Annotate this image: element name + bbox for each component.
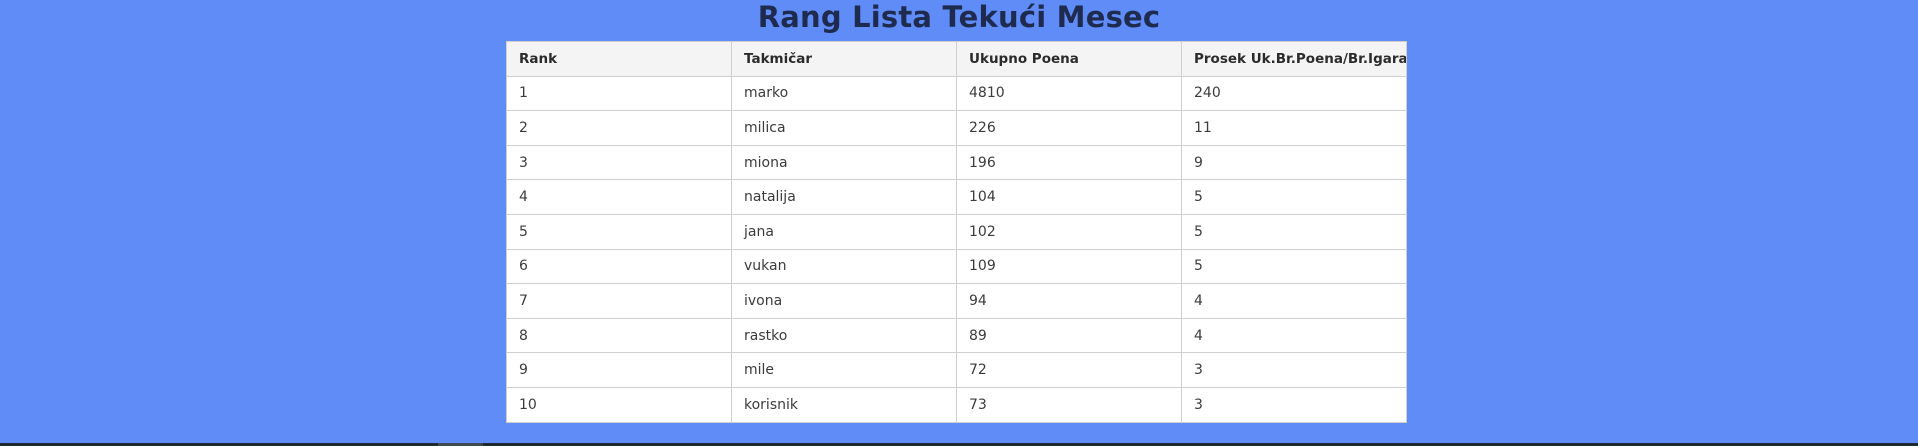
average-cell: 3 [1181,386,1407,423]
rank-cell: 3 [506,144,732,181]
competitor-cell: korisnik [731,386,957,423]
rank-cell: 2 [506,110,732,146]
average-cell: 3 [1181,352,1407,388]
average-cell: 5 [1181,179,1407,215]
table-row: 9 mile 72 3 [506,352,1407,388]
total-points-cell: 4810 [956,75,1182,112]
table-header-row: Rank Takmičar Ukupno Poena Prosek Uk.Br.… [506,41,1407,77]
total-points-cell: 109 [956,248,1182,285]
average-cell: 5 [1181,248,1407,285]
column-header-competitor: Takmičar [731,41,957,77]
column-header-average: Prosek Uk.Br.Poena/Br.Igara [1181,41,1407,77]
table-row: 7 ivona 94 4 [506,283,1407,319]
page-title: Rang Lista Tekući Mesec [757,0,1161,34]
competitor-cell: jana [731,213,957,250]
total-points-cell: 226 [956,110,1182,146]
competitor-cell: milica [731,110,957,146]
table-row: 5 jana 102 5 [506,213,1407,250]
table-row: 6 vukan 109 5 [506,248,1407,285]
rank-cell: 4 [506,179,732,215]
rank-cell: 5 [506,213,732,250]
competitor-cell: marko [731,75,957,112]
average-cell: 9 [1181,144,1407,181]
table-row: 10 korisnik 73 3 [506,386,1407,423]
average-cell: 4 [1181,317,1407,354]
rank-cell: 9 [506,352,732,388]
total-points-cell: 196 [956,144,1182,181]
total-points-cell: 102 [956,213,1182,250]
rank-cell: 10 [506,386,732,423]
table-row: 2 milica 226 11 [506,110,1407,146]
rank-cell: 8 [506,317,732,354]
rank-cell: 6 [506,248,732,285]
competitor-cell: rastko [731,317,957,354]
column-header-total-points: Ukupno Poena [956,41,1182,77]
competitor-cell: natalija [731,179,957,215]
average-cell: 4 [1181,283,1407,319]
table-row: 8 rastko 89 4 [506,317,1407,354]
total-points-cell: 72 [956,352,1182,388]
average-cell: 11 [1181,110,1407,146]
ranking-table: Rank Takmičar Ukupno Poena Prosek Uk.Br.… [506,41,1407,423]
table-row: 3 miona 196 9 [506,144,1407,181]
competitor-cell: mile [731,352,957,388]
rank-cell: 7 [506,283,732,319]
total-points-cell: 94 [956,283,1182,319]
competitor-cell: vukan [731,248,957,285]
average-cell: 240 [1181,75,1407,112]
total-points-cell: 73 [956,386,1182,423]
total-points-cell: 89 [956,317,1182,354]
competitor-cell: ivona [731,283,957,319]
competitor-cell: miona [731,144,957,181]
column-header-rank: Rank [506,41,732,77]
table-row: 4 natalija 104 5 [506,179,1407,215]
rank-cell: 1 [506,75,732,112]
total-points-cell: 104 [956,179,1182,215]
table-row: 1 marko 4810 240 [506,75,1407,112]
average-cell: 5 [1181,213,1407,250]
